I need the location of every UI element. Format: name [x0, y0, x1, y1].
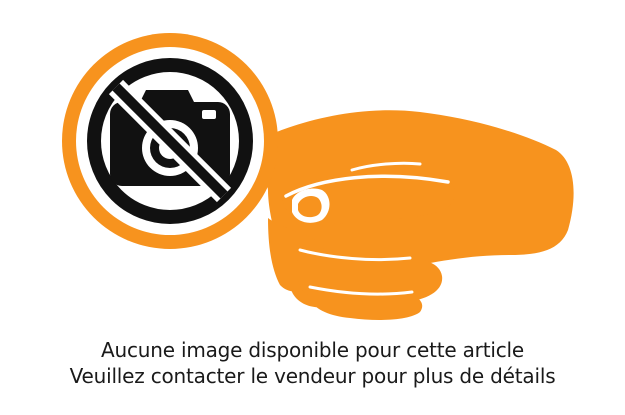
- contact-seller-message: Veuillez contacter le vendeur pour plus …: [69, 364, 556, 388]
- no-camera-icon: [62, 33, 278, 249]
- no-image-message: Aucune image disponible pour cette artic…: [101, 338, 524, 362]
- no-image-placeholder: Aucune image disponible pour cette artic…: [0, 0, 625, 415]
- hand-holding-card-icon: [62, 33, 574, 320]
- hand-graphic: [258, 110, 574, 320]
- placeholder-caption: Aucune image disponible pour cette artic…: [0, 337, 625, 389]
